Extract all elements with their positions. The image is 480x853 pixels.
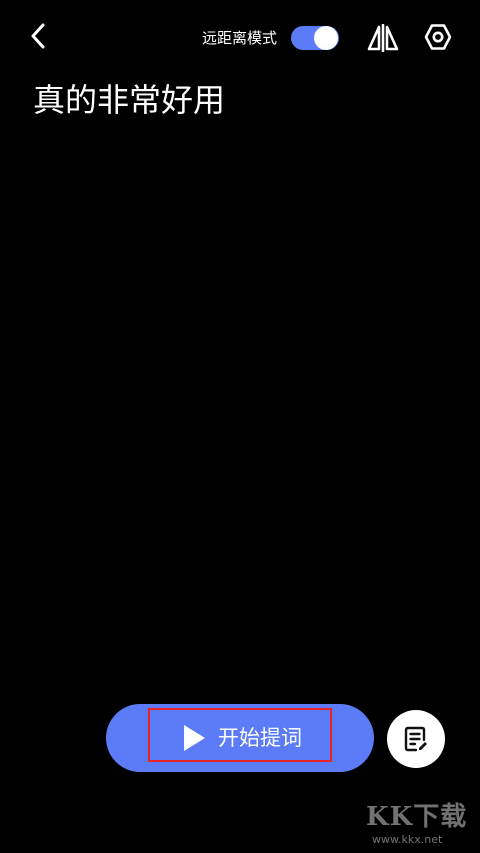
long-distance-mode-label: 远距离模式 [202,29,278,47]
watermark-brand: KK下载 [366,802,468,832]
start-prompting-button[interactable]: 开始提词 [106,704,374,772]
play-icon [182,724,206,752]
chevron-left-icon [30,23,46,53]
toggle-knob [314,26,338,50]
watermark-url: www.kkx.net [372,833,443,846]
script-list-button[interactable] [387,710,445,768]
mirror-button[interactable] [366,23,400,53]
watermark-logo: KK下载 www.kkx.net [366,800,480,853]
settings-button[interactable] [424,23,452,51]
hexagon-gear-icon [424,24,452,55]
mirror-flip-icon [366,23,400,56]
script-text: 真的非常好用 [33,81,226,119]
start-prompting-label: 开始提词 [218,726,302,750]
long-distance-mode-toggle[interactable] [291,26,339,50]
back-button[interactable] [22,20,54,56]
